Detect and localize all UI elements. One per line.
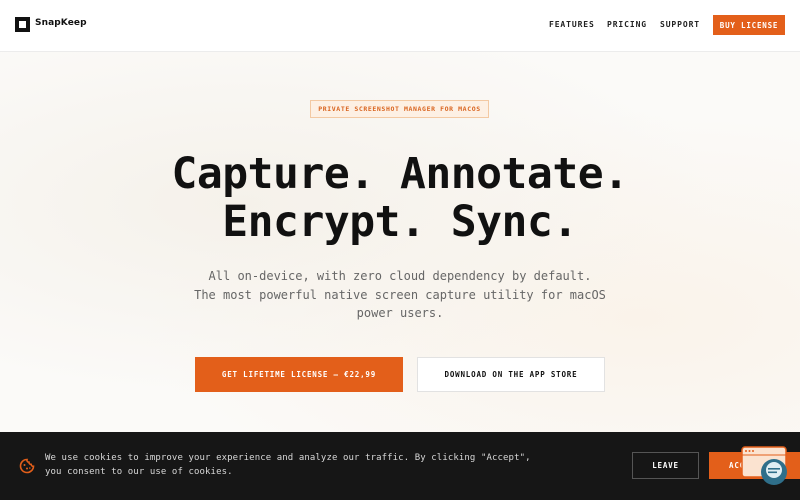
brand-name[interactable]: SnapKeep	[35, 18, 87, 28]
buy-license-button[interactable]: BUY LICENSE	[713, 15, 785, 35]
cookie-icon	[19, 458, 35, 474]
square-logo-icon[interactable]	[15, 17, 30, 32]
nav-features-link[interactable]: FEATURES	[549, 20, 595, 29]
cookie-message-line-1: We use cookies to improve your experienc…	[45, 453, 531, 463]
download-app-store-button[interactable]: DOWNLOAD ON THE APP STORE	[417, 357, 605, 392]
hero-subtitle-line-1: All on-device, with zero cloud dependenc…	[208, 269, 592, 283]
hero-headline-line-1: Capture. Annotate.	[171, 149, 630, 199]
hero-subtitle-line-2: The most powerful native screen capture …	[194, 288, 606, 302]
chat-widget-icon[interactable]	[741, 446, 789, 486]
hero-headline-line-2: Encrypt. Sync.	[222, 197, 578, 247]
cookie-leave-button[interactable]: LEAVE	[632, 452, 699, 479]
cookie-message-line-2: you consent to our use of cookies.	[45, 467, 233, 477]
hero-badge: PRIVATE SCREENSHOT MANAGER FOR MACOS	[310, 100, 489, 118]
hero-subtitle-line-3: power users.	[356, 306, 444, 320]
site-header: SnapKeep FEATURES PRICING SUPPORT BUY LI…	[0, 0, 800, 52]
get-lifetime-license-button[interactable]: GET LIFETIME LICENSE — €22,99	[195, 357, 403, 392]
nav-support-link[interactable]: SUPPORT	[660, 20, 700, 29]
nav-pricing-link[interactable]: PRICING	[607, 20, 647, 29]
